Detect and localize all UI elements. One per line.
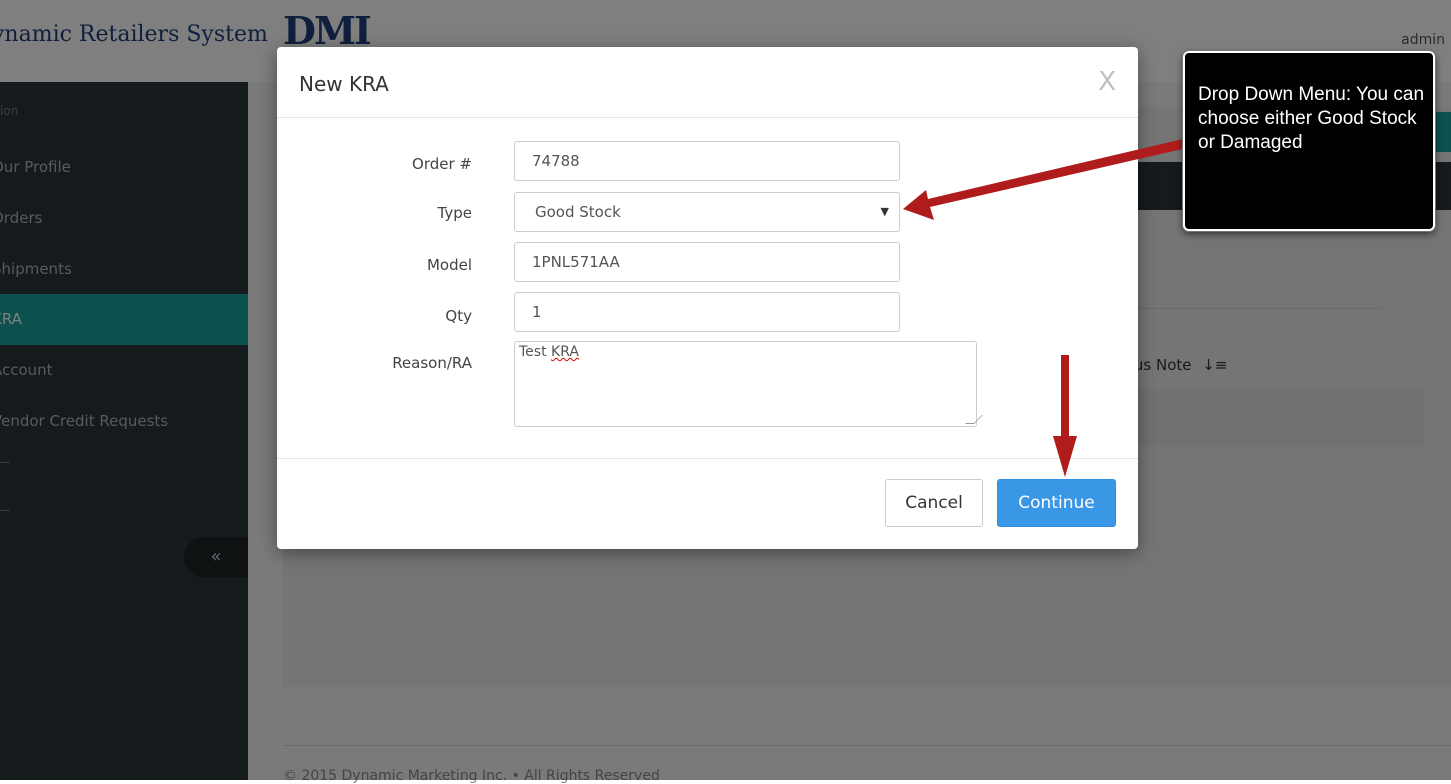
- model-input[interactable]: 1PNL571AA: [514, 242, 900, 282]
- order-number-label: Order #: [412, 155, 472, 173]
- type-select[interactable]: Good Stock ▼: [514, 192, 900, 232]
- reason-label: Reason/RA: [392, 354, 472, 372]
- type-label: Type: [437, 204, 472, 222]
- annotation-callout: Drop Down Menu: You can choose either Go…: [1183, 51, 1435, 231]
- reason-textarea[interactable]: Test KRA: [514, 341, 983, 427]
- type-select-value: Good Stock: [535, 203, 621, 221]
- spellcheck-flagged-word: KRA: [551, 344, 579, 360]
- model-label: Model: [426, 256, 472, 274]
- reason-text: Test: [519, 344, 552, 360]
- new-kra-dialog: New KRA X Order # 74788 Type Good Stock …: [277, 47, 1138, 549]
- qty-input[interactable]: 1: [514, 292, 900, 332]
- qty-label: Qty: [445, 307, 472, 325]
- dialog-header: New KRA X: [277, 47, 1138, 118]
- order-number-input[interactable]: 74788: [514, 141, 900, 181]
- cancel-button[interactable]: Cancel: [885, 479, 983, 527]
- dialog-footer-divider: [277, 458, 1138, 459]
- callout-text: Drop Down Menu: You can choose either Go…: [1198, 84, 1425, 153]
- dialog-title: New KRA: [299, 72, 389, 96]
- continue-button[interactable]: Continue: [997, 479, 1116, 527]
- resize-handle-icon[interactable]: [965, 415, 983, 424]
- caret-down-icon: ▼: [880, 205, 889, 218]
- app-window: ynamic Retailers System DMI admin ation …: [0, 0, 1451, 784]
- close-icon[interactable]: X: [1098, 67, 1116, 97]
